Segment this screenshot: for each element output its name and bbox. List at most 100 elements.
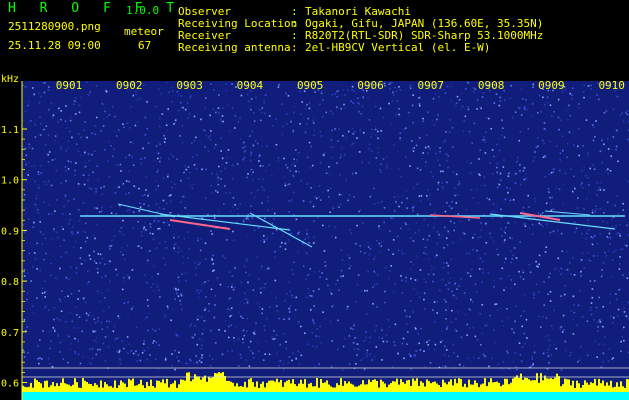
noise-speck bbox=[64, 170, 67, 172]
noise-speck bbox=[455, 330, 458, 332]
noise-speck bbox=[115, 268, 117, 271]
noise-speck bbox=[209, 365, 212, 367]
level-bar bbox=[434, 381, 436, 392]
noise-speck bbox=[319, 161, 322, 164]
level-bar bbox=[590, 382, 592, 392]
noise-speck bbox=[67, 361, 69, 364]
level-bar bbox=[34, 378, 36, 392]
level-bar bbox=[386, 387, 388, 392]
noise-speck bbox=[277, 86, 280, 88]
noise-speck bbox=[446, 262, 448, 264]
noise-speck bbox=[625, 244, 628, 247]
noise-speck bbox=[308, 272, 311, 275]
noise-speck bbox=[550, 209, 553, 212]
noise-speck bbox=[399, 138, 401, 141]
noise-speck bbox=[620, 350, 622, 353]
noise-speck bbox=[437, 181, 440, 184]
noise-speck bbox=[480, 107, 482, 110]
noise-speck bbox=[618, 268, 621, 270]
noise-speck bbox=[32, 226, 35, 228]
noise-speck bbox=[487, 272, 490, 274]
noise-speck bbox=[248, 100, 250, 103]
noise-speck bbox=[183, 237, 186, 240]
noise-speck bbox=[418, 229, 421, 232]
level-bar bbox=[130, 380, 132, 392]
noise-speck bbox=[432, 266, 435, 269]
noise-speck bbox=[389, 230, 391, 232]
noise-speck bbox=[144, 221, 147, 224]
noise-speck bbox=[191, 187, 194, 189]
noise-speck bbox=[542, 225, 544, 228]
noise-speck bbox=[171, 307, 174, 310]
noise-speck bbox=[143, 193, 146, 196]
noise-speck bbox=[91, 347, 94, 350]
noise-speck bbox=[338, 206, 340, 208]
noise-speck bbox=[201, 344, 203, 346]
noise-speck bbox=[134, 124, 137, 127]
noise-speck bbox=[105, 91, 108, 93]
noise-speck bbox=[335, 283, 337, 286]
noise-speck bbox=[236, 163, 239, 165]
noise-speck bbox=[404, 309, 406, 312]
level-bar bbox=[200, 379, 202, 392]
noise-speck bbox=[222, 120, 224, 123]
noise-speck bbox=[419, 269, 422, 271]
level-bar bbox=[410, 385, 412, 392]
noise-speck bbox=[95, 85, 98, 87]
noise-speck bbox=[151, 233, 154, 235]
noise-speck bbox=[456, 194, 459, 196]
noise-speck bbox=[96, 290, 99, 293]
noise-speck bbox=[44, 280, 46, 283]
noise-speck bbox=[210, 230, 212, 232]
noise-speck bbox=[439, 289, 441, 292]
noise-speck bbox=[320, 341, 322, 344]
noise-speck bbox=[228, 130, 231, 133]
noise-speck bbox=[330, 291, 332, 294]
noise-speck bbox=[430, 264, 432, 267]
noise-speck bbox=[617, 160, 619, 163]
noise-speck bbox=[422, 152, 424, 154]
noise-speck bbox=[527, 127, 530, 130]
noise-speck bbox=[465, 252, 468, 255]
noise-speck bbox=[32, 305, 34, 307]
noise-speck bbox=[30, 280, 32, 282]
noise-speck bbox=[112, 106, 114, 108]
noise-speck bbox=[116, 274, 119, 276]
noise-speck bbox=[263, 287, 265, 289]
noise-speck bbox=[164, 314, 166, 316]
noise-speck bbox=[611, 259, 614, 261]
y-tick-label: 0.8 bbox=[1, 277, 19, 288]
noise-speck bbox=[405, 315, 408, 318]
noise-speck bbox=[333, 146, 335, 148]
noise-speck bbox=[458, 99, 461, 101]
noise-speck bbox=[474, 335, 477, 338]
noise-speck bbox=[410, 300, 412, 302]
noise-speck bbox=[564, 293, 566, 296]
noise-speck bbox=[50, 274, 52, 277]
noise-speck bbox=[626, 113, 629, 116]
noise-speck bbox=[227, 149, 230, 151]
noise-speck bbox=[367, 97, 369, 100]
noise-speck bbox=[36, 209, 39, 211]
noise-speck bbox=[454, 194, 456, 197]
noise-speck bbox=[307, 117, 309, 120]
noise-speck bbox=[509, 97, 512, 100]
noise-speck bbox=[354, 337, 356, 339]
noise-speck bbox=[432, 175, 434, 178]
level-bar bbox=[290, 383, 292, 392]
noise-speck bbox=[427, 344, 429, 346]
noise-speck bbox=[374, 134, 377, 136]
noise-speck bbox=[23, 268, 26, 271]
noise-speck bbox=[258, 277, 260, 280]
noise-speck bbox=[564, 285, 566, 287]
noise-speck bbox=[318, 196, 320, 198]
noise-speck bbox=[352, 102, 355, 104]
noise-speck bbox=[204, 107, 206, 109]
noise-speck bbox=[597, 321, 599, 323]
noise-speck bbox=[562, 314, 565, 317]
noise-speck bbox=[113, 325, 116, 328]
noise-speck bbox=[288, 318, 290, 320]
noise-speck bbox=[207, 150, 210, 152]
noise-speck bbox=[612, 108, 615, 111]
noise-speck bbox=[529, 227, 531, 229]
